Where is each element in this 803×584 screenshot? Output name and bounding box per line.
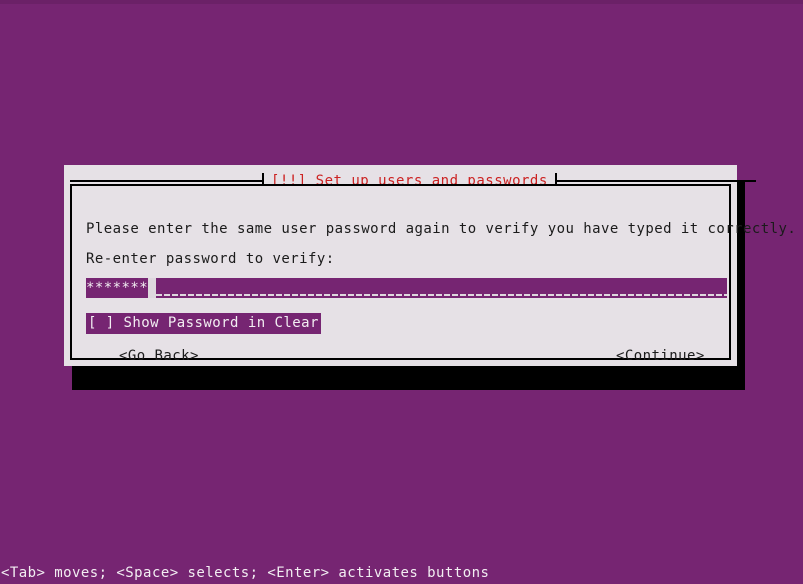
password-field-label: Re-enter password to verify: xyxy=(86,251,335,267)
continue-button[interactable]: <Continue> xyxy=(616,347,705,366)
show-password-checkbox[interactable]: [ ] Show Password in Clear xyxy=(86,313,321,334)
installer-screen: [!!] Set up users and passwords Please e… xyxy=(0,0,803,584)
password-input[interactable]: ******* xyxy=(86,278,727,298)
dialog-content: Please enter the same user password agai… xyxy=(70,184,796,364)
text-cursor xyxy=(148,278,157,298)
status-bar: <Tab> moves; <Space> selects; <Enter> ac… xyxy=(1,565,490,581)
top-band xyxy=(0,0,803,4)
password-masked-value: ******* xyxy=(86,278,149,298)
title-rule-left xyxy=(70,180,262,182)
prompt-text: Please enter the same user password agai… xyxy=(86,221,797,237)
title-rule-right xyxy=(556,180,756,182)
setup-users-dialog: [!!] Set up users and passwords Please e… xyxy=(64,165,796,366)
go-back-button[interactable]: <Go Back> xyxy=(119,347,199,366)
password-input-rail xyxy=(156,294,727,296)
